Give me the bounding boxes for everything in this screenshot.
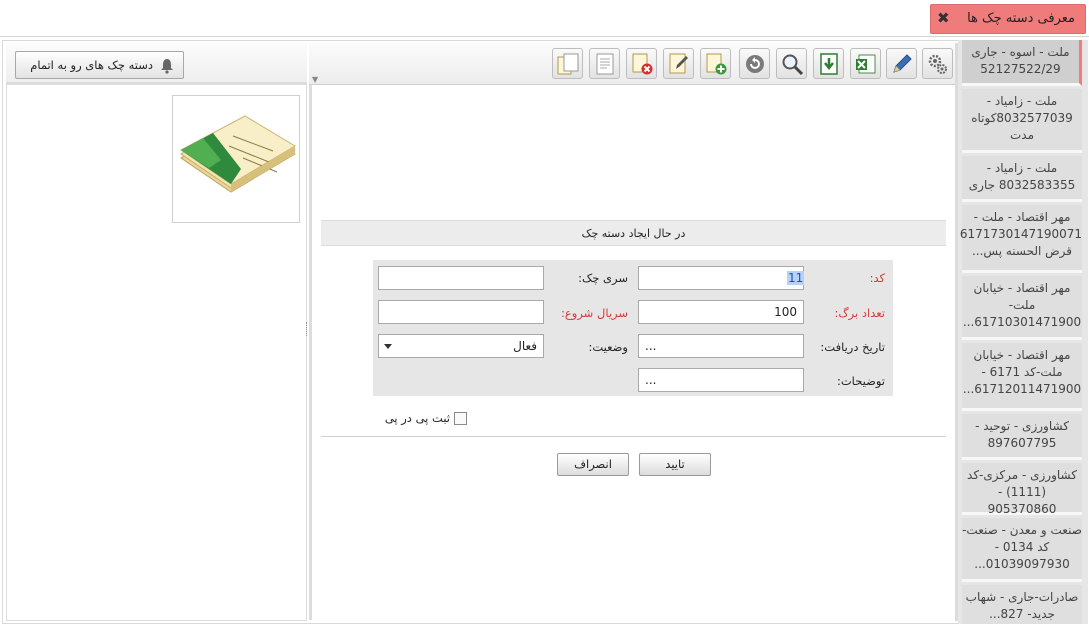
list-item[interactable]: صادرات-جاری - شهاب جدید- 827... <box>962 585 1082 624</box>
check-series-field[interactable] <box>378 266 544 290</box>
code-value: 11 <box>787 271 805 285</box>
status-selected-value: فعال <box>513 339 537 353</box>
continuous-entry-label: ثبت پی در پی <box>384 411 450 425</box>
start-serial-field[interactable] <box>378 300 544 324</box>
description-field[interactable]: ... <box>638 368 804 392</box>
list-item[interactable]: مهر اقتصاد - خیابان ملت- 61710301471900.… <box>962 276 1082 340</box>
list-item[interactable]: کشاورزی - مرکزی-کد (1111) - 905370860 <box>962 463 1082 516</box>
pane-splitter[interactable] <box>306 322 308 336</box>
receive-date-field[interactable]: ... <box>638 334 804 358</box>
download-button[interactable] <box>813 48 844 79</box>
code-field[interactable]: 11 <box>638 266 805 290</box>
list-item[interactable]: کشاورزی - توحید - 897607795 <box>962 414 1082 460</box>
check-series-label: سری چک: <box>578 271 628 285</box>
add-document-icon <box>706 53 727 75</box>
expiring-checkbooks-label: دسته چک های رو به اتمام <box>30 58 153 72</box>
form-header: در حال ایجاد دسته چک <box>321 220 946 246</box>
bell-icon <box>161 59 173 74</box>
settings-icon <box>928 54 947 74</box>
chevron-down-icon <box>384 344 392 349</box>
page-count-field[interactable]: 100 <box>638 300 804 324</box>
list-item[interactable]: ملت - زامیاد - 8032583355 جاری <box>962 156 1082 202</box>
delete-document-button[interactable] <box>626 48 657 79</box>
start-serial-label: سریال شروع: <box>561 306 628 320</box>
list-item[interactable]: ملت - زامیاد - 8032577039کوتاه مدت <box>962 89 1082 153</box>
status-label: وضعیت: <box>588 340 628 354</box>
edit-pen-button[interactable] <box>886 48 917 79</box>
list-item[interactable]: مهر اقتصاد - خیابان ملت-کد 6171 - 617120… <box>962 343 1082 411</box>
refresh-button[interactable] <box>739 48 770 79</box>
cancel-button[interactable]: انصراف <box>557 453 629 476</box>
copy-document-button[interactable] <box>552 48 583 79</box>
list-item[interactable]: ملت - اسوه - جاری 52127522/29 <box>962 40 1082 86</box>
edit-document-icon <box>669 53 688 74</box>
window-title: معرفی دسته چک ها <box>967 11 1075 26</box>
page-count-label: تعداد برگ: <box>834 306 885 320</box>
copy-document-icon <box>557 53 579 75</box>
refresh-icon <box>746 55 764 73</box>
pane-divider-left <box>309 85 312 620</box>
code-label: کد: <box>869 271 885 285</box>
ok-button[interactable]: تایید <box>639 453 711 476</box>
search-icon <box>782 54 804 76</box>
download-icon <box>820 53 838 75</box>
excel-export-icon <box>856 54 876 74</box>
delete-document-icon <box>632 53 653 75</box>
toolbar-caret-icon[interactable]: ▼ <box>312 75 318 84</box>
title-bar <box>0 0 1089 37</box>
checkbook-image <box>172 95 300 223</box>
continuous-entry-checkbox[interactable] <box>454 412 467 425</box>
form-separator <box>321 436 946 437</box>
search-button[interactable] <box>776 48 807 79</box>
edit-pen-icon <box>893 54 912 73</box>
window-tab[interactable]: ✖ معرفی دسته چک ها <box>930 4 1086 34</box>
list-item[interactable]: صنعت و معدن - صنعت-کد 0134 - 01039097930… <box>962 518 1082 582</box>
status-select[interactable]: فعال <box>378 334 544 358</box>
close-icon[interactable]: ✖ <box>937 9 950 27</box>
excel-export-button[interactable] <box>850 48 881 79</box>
checkbook-illustration <box>180 115 296 193</box>
checkbook-list: ملت - اسوه - جاری 52127522/29 ملت - زامی… <box>958 40 1088 624</box>
settings-button[interactable] <box>922 48 953 79</box>
list-item[interactable]: مهر اقتصاد - ملت - 6171730147190071 قرض … <box>960 205 1082 273</box>
view-document-button[interactable] <box>589 48 620 79</box>
description-label: توضیحات: <box>836 374 885 388</box>
expiring-checkbooks-button[interactable]: دسته چک های رو به اتمام <box>15 51 184 79</box>
receive-date-label: تاریخ دریافت: <box>820 340 885 354</box>
view-document-icon <box>596 53 614 75</box>
add-document-button[interactable] <box>700 48 731 79</box>
edit-document-button[interactable] <box>663 48 694 79</box>
